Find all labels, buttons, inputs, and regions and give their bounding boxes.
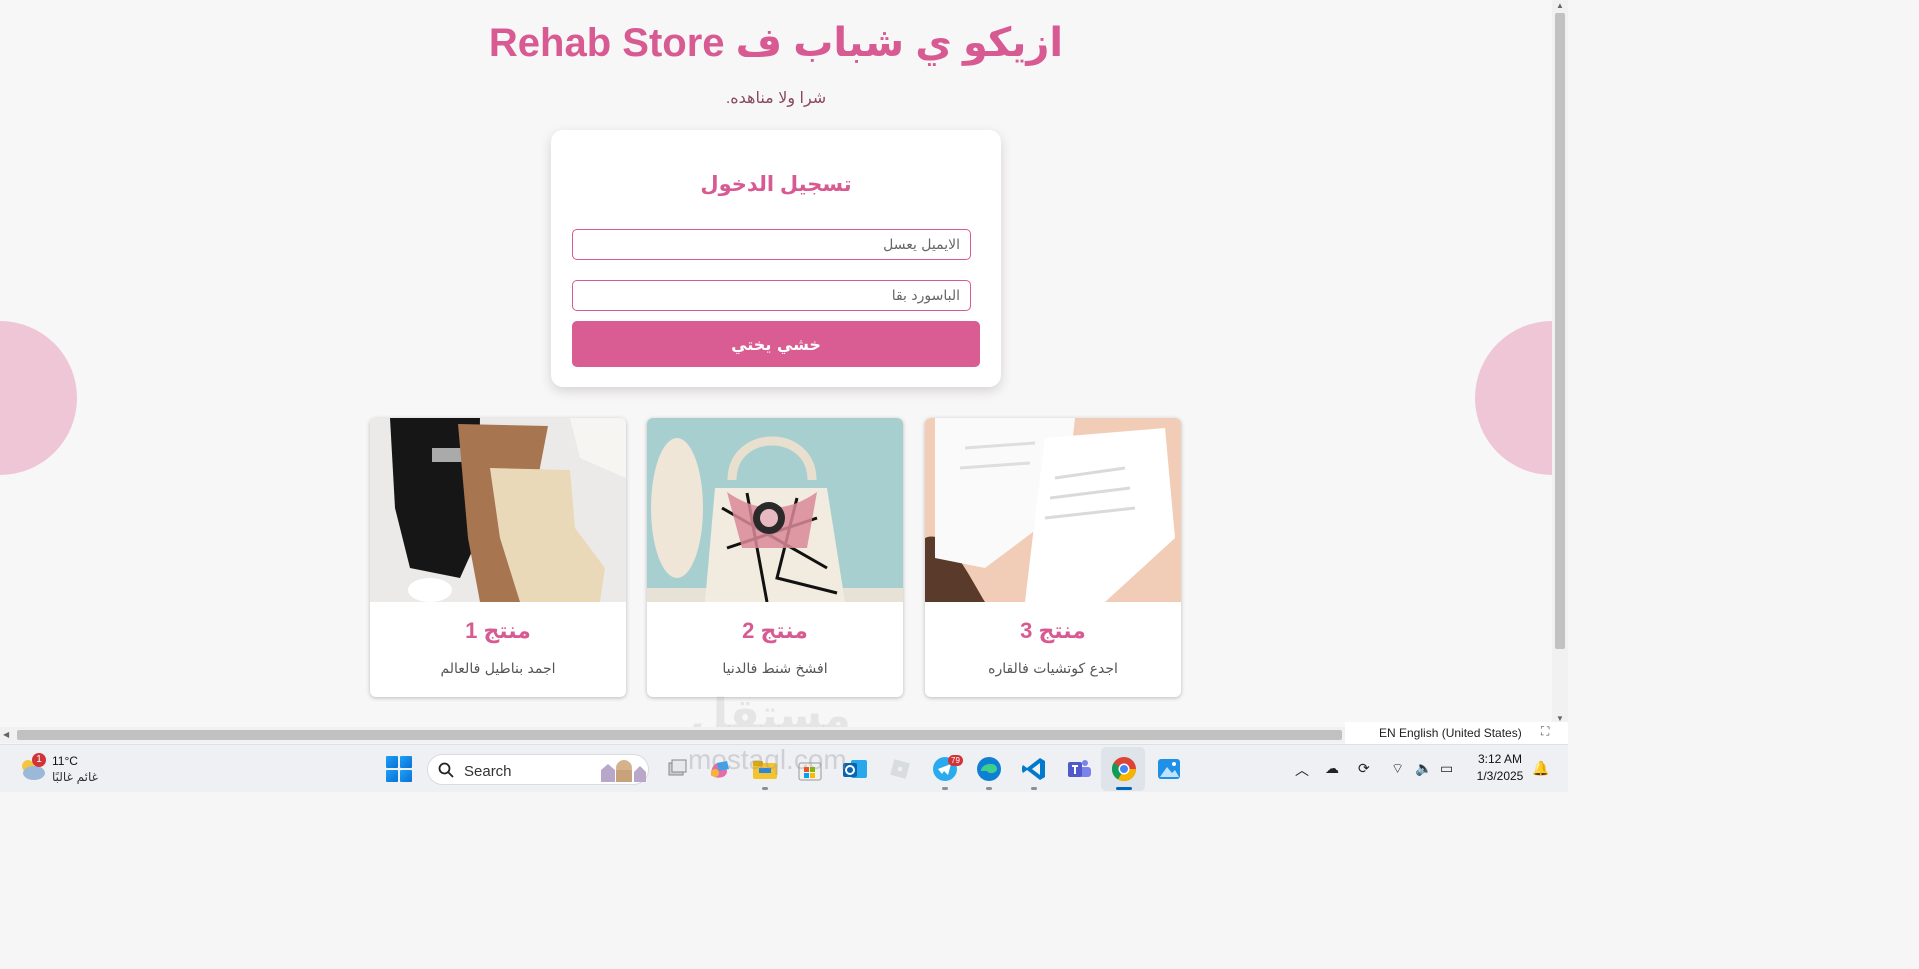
photos-icon[interactable] — [1155, 755, 1183, 783]
expand-icon[interactable]: ⛶ — [1541, 724, 1549, 739]
weather-description: غائم غالبًا — [52, 770, 98, 784]
chrome-icon[interactable] — [1110, 755, 1138, 783]
chevron-up-icon[interactable]: ︿ — [1295, 760, 1309, 780]
email-field[interactable] — [572, 229, 971, 260]
login-button[interactable]: خشي يختي — [572, 321, 980, 367]
site-title: ازيكو ي شباب ف Rehab Store — [488, 21, 1064, 65]
watermark-arabic: مستقل — [690, 691, 851, 727]
volume-icon[interactable]: 🔈 — [1415, 760, 1432, 777]
task-view-icon[interactable] — [663, 755, 691, 783]
weather-widget[interactable]: 1 11°C غائم غالبًا — [14, 753, 114, 787]
vertical-scrollbar[interactable]: ▲ ▼ — [1552, 0, 1568, 727]
product-name: منتج 3 — [1020, 618, 1086, 643]
clock-date: 1/3/2025 — [1476, 769, 1524, 783]
product-description: اجدع كوتشيات فالقاره — [988, 661, 1118, 677]
login-title: تسجيل الدخول — [700, 173, 852, 196]
start-button[interactable] — [386, 756, 412, 782]
vscode-icon[interactable] — [1020, 755, 1048, 783]
watermark-latin: mostaql.com — [688, 744, 847, 775]
edge-icon[interactable] — [975, 755, 1003, 783]
scroll-up-arrow-icon[interactable]: ▲ — [1555, 1, 1565, 11]
product-image-pants[interactable] — [370, 418, 626, 602]
search-icon — [438, 762, 454, 778]
product-card-2[interactable]: منتج 2 افشخ شنط فالدنيا — [647, 418, 903, 697]
product-name: منتج 2 — [742, 618, 808, 643]
product-name: منتج 1 — [465, 618, 531, 643]
search-label: Search — [464, 763, 512, 780]
product-description: اجمد بناطيل فالعالم — [440, 661, 556, 677]
language-label[interactable]: EN English (United States) — [1379, 726, 1522, 740]
system-clock[interactable]: 3:12 AM 1/3/2025 — [1470, 751, 1530, 785]
roblox-icon[interactable] — [886, 755, 914, 783]
decorative-circle-right — [1475, 321, 1552, 475]
decorative-circle-left — [0, 321, 77, 475]
browser-viewport: ازيكو ي شباب ف Rehab Store شرا ولا مناهد… — [0, 0, 1552, 727]
weather-temperature: 11°C — [52, 754, 78, 768]
taskbar-search[interactable]: Search — [427, 754, 649, 785]
product-image-bag[interactable] — [647, 418, 903, 602]
notification-bell-icon[interactable]: 🔔 — [1532, 760, 1549, 777]
product-image-sneakers[interactable] — [925, 418, 1181, 602]
login-card: تسجيل الدخول خشي يختي — [551, 130, 1001, 387]
clock-time: 3:12 AM — [1477, 752, 1523, 766]
sync-icon[interactable]: ⟳ — [1358, 760, 1370, 777]
horizontal-scroll-thumb[interactable] — [17, 730, 1342, 740]
language-bar[interactable]: EN English (United States) ⛶ — [1345, 722, 1568, 744]
product-description: افشخ شنط فالدنيا — [722, 661, 828, 677]
search-highlight-icon — [601, 760, 646, 782]
onedrive-icon[interactable]: ☁ — [1325, 760, 1339, 777]
teams-icon[interactable] — [1065, 755, 1093, 783]
telegram-badge: 79 — [948, 755, 963, 766]
site-tagline: شرا ولا مناهده. — [725, 90, 827, 107]
vertical-scroll-thumb[interactable] — [1555, 13, 1565, 649]
scroll-left-arrow-icon[interactable]: ◀ — [3, 730, 13, 740]
weather-badge: 1 — [32, 753, 46, 767]
battery-icon[interactable]: ▭ — [1440, 760, 1453, 777]
horizontal-scrollbar[interactable]: ◀ — [0, 727, 1345, 743]
wifi-icon[interactable]: ⌔ — [1391, 760, 1404, 778]
password-field[interactable] — [572, 280, 971, 311]
product-card-3[interactable]: منتج 3 اجدع كوتشيات فالقاره — [925, 418, 1181, 697]
product-card-1[interactable]: منتج 1 اجمد بناطيل فالعالم — [370, 418, 626, 697]
